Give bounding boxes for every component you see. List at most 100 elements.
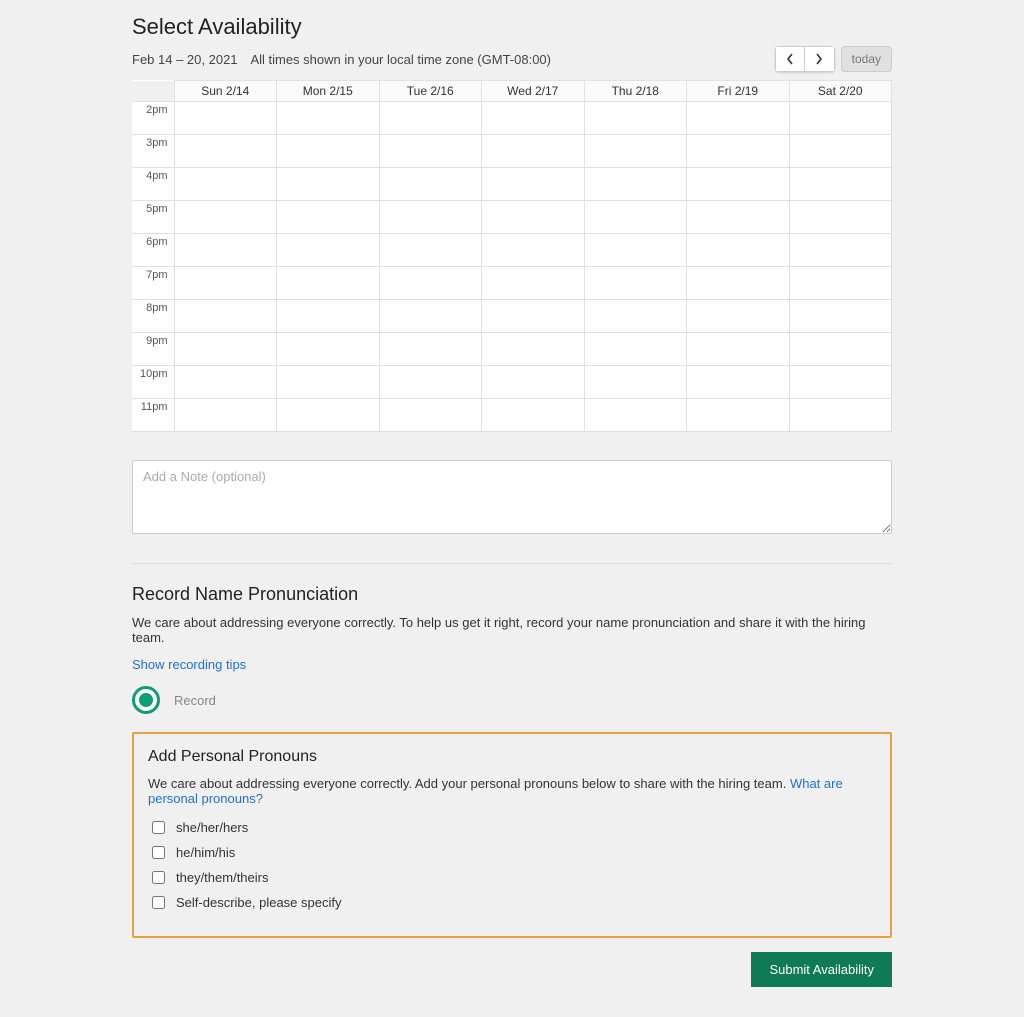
calendar-slot[interactable]	[482, 366, 585, 399]
calendar-slot[interactable]	[584, 234, 687, 267]
calendar-slot[interactable]	[789, 399, 892, 432]
calendar-slot[interactable]	[789, 234, 892, 267]
calendar-slot[interactable]	[174, 366, 277, 399]
calendar-slot[interactable]	[687, 333, 790, 366]
calendar-slot[interactable]	[379, 366, 482, 399]
calendar-slot[interactable]	[174, 234, 277, 267]
calendar-slot[interactable]	[482, 333, 585, 366]
calendar-slot[interactable]	[482, 201, 585, 234]
calendar-slot[interactable]	[789, 333, 892, 366]
record-label: Record	[174, 693, 216, 708]
calendar-slot[interactable]	[277, 102, 380, 135]
page-title: Select Availability	[132, 14, 892, 40]
calendar-slot[interactable]	[379, 102, 482, 135]
calendar-slot[interactable]	[482, 399, 585, 432]
calendar-slot[interactable]	[482, 234, 585, 267]
calendar-slot[interactable]	[277, 201, 380, 234]
calendar-slot[interactable]	[584, 267, 687, 300]
calendar-slot[interactable]	[687, 300, 790, 333]
calendar-slot[interactable]	[687, 135, 790, 168]
pronouns-desc: We care about addressing everyone correc…	[148, 776, 876, 806]
today-button[interactable]: today	[841, 46, 892, 72]
calendar-slot[interactable]	[379, 333, 482, 366]
calendar-slot[interactable]	[789, 267, 892, 300]
calendar-slot[interactable]	[277, 267, 380, 300]
calendar-slot[interactable]	[789, 102, 892, 135]
calendar-slot[interactable]	[789, 168, 892, 201]
calendar-slot[interactable]	[687, 234, 790, 267]
calendar-slot[interactable]	[482, 102, 585, 135]
calendar-hour-label: 3pm	[132, 135, 174, 168]
record-button[interactable]	[132, 686, 160, 714]
pronoun-option-label: she/her/hers	[176, 820, 248, 835]
calendar-slot[interactable]	[687, 102, 790, 135]
calendar-slot[interactable]	[789, 366, 892, 399]
calendar-slot[interactable]	[277, 366, 380, 399]
calendar-slot[interactable]	[584, 102, 687, 135]
calendar-slot[interactable]	[379, 234, 482, 267]
calendar-slot[interactable]	[277, 300, 380, 333]
calendar-slot[interactable]	[277, 234, 380, 267]
calendar-slot[interactable]	[379, 399, 482, 432]
calendar-slot[interactable]	[584, 300, 687, 333]
calendar-slot[interactable]	[482, 300, 585, 333]
calendar-slot[interactable]	[482, 168, 585, 201]
pronoun-checkbox[interactable]	[152, 846, 165, 859]
submit-availability-button[interactable]: Submit Availability	[751, 952, 892, 987]
pronoun-checkbox[interactable]	[152, 896, 165, 909]
calendar-slot[interactable]	[174, 300, 277, 333]
pronoun-option-label: he/him/his	[176, 845, 235, 860]
pronoun-option-label: they/them/theirs	[176, 870, 269, 885]
pronoun-option: he/him/his	[148, 843, 876, 862]
calendar-slot[interactable]	[584, 399, 687, 432]
date-range: Feb 14 – 20, 2021	[132, 52, 238, 67]
calendar-slot[interactable]	[379, 267, 482, 300]
calendar-slot[interactable]	[482, 267, 585, 300]
pronunciation-title: Record Name Pronunciation	[132, 584, 892, 605]
chevron-right-icon	[815, 53, 823, 65]
calendar-slot[interactable]	[379, 168, 482, 201]
pronoun-checkbox[interactable]	[152, 871, 165, 884]
pronoun-checkbox[interactable]	[152, 821, 165, 834]
calendar-hour-label: 4pm	[132, 168, 174, 201]
calendar-slot[interactable]	[584, 135, 687, 168]
calendar-slot[interactable]	[379, 201, 482, 234]
calendar-slot[interactable]	[379, 135, 482, 168]
calendar-slot[interactable]	[277, 135, 380, 168]
calendar-slot[interactable]	[687, 201, 790, 234]
calendar-slot[interactable]	[789, 300, 892, 333]
pronoun-option: Self-describe, please specify	[148, 893, 876, 912]
calendar-slot[interactable]	[482, 135, 585, 168]
calendar-slot[interactable]	[687, 366, 790, 399]
calendar-day-header: Tue 2/16	[379, 81, 482, 102]
calendar-slot[interactable]	[174, 168, 277, 201]
calendar-slot[interactable]	[277, 399, 380, 432]
recording-tips-link[interactable]: Show recording tips	[132, 657, 246, 672]
calendar-slot[interactable]	[584, 333, 687, 366]
calendar-slot[interactable]	[174, 399, 277, 432]
calendar-hour-label: 7pm	[132, 267, 174, 300]
pronouns-title: Add Personal Pronouns	[148, 748, 876, 766]
calendar-slot[interactable]	[789, 135, 892, 168]
calendar-slot[interactable]	[687, 267, 790, 300]
calendar-slot[interactable]	[174, 267, 277, 300]
calendar-slot[interactable]	[277, 168, 380, 201]
calendar-slot[interactable]	[584, 366, 687, 399]
calendar-slot[interactable]	[687, 168, 790, 201]
next-week-button[interactable]	[805, 46, 835, 72]
availability-calendar[interactable]: Sun 2/14Mon 2/15Tue 2/16Wed 2/17Thu 2/18…	[132, 80, 892, 432]
prev-week-button[interactable]	[775, 46, 805, 72]
note-input[interactable]	[132, 460, 892, 534]
calendar-slot[interactable]	[174, 102, 277, 135]
calendar-slot[interactable]	[687, 399, 790, 432]
calendar-slot[interactable]	[789, 201, 892, 234]
calendar-slot[interactable]	[584, 168, 687, 201]
calendar-slot[interactable]	[174, 201, 277, 234]
calendar-slot[interactable]	[277, 333, 380, 366]
calendar-slot[interactable]	[174, 135, 277, 168]
calendar-slot[interactable]	[584, 201, 687, 234]
chevron-left-icon	[786, 53, 794, 65]
pronunciation-desc: We care about addressing everyone correc…	[132, 615, 892, 645]
calendar-slot[interactable]	[174, 333, 277, 366]
calendar-slot[interactable]	[379, 300, 482, 333]
